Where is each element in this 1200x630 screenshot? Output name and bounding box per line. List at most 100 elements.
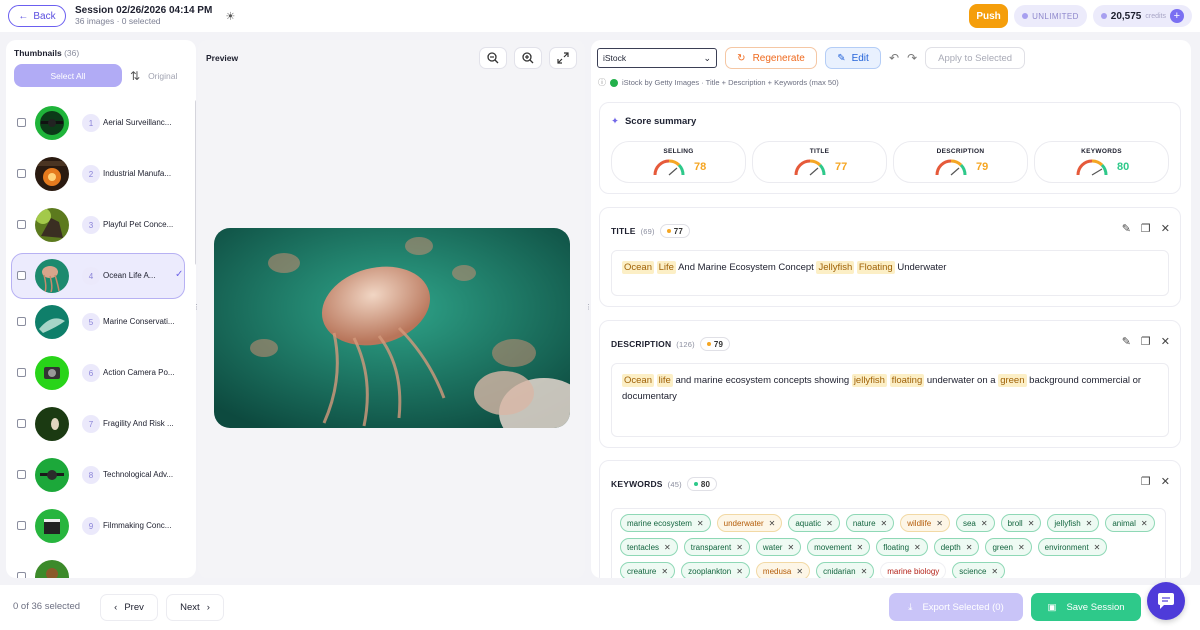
regenerate-button[interactable]: ↻ Regenerate bbox=[725, 47, 817, 69]
keyword-chip[interactable]: aquatic ✕ bbox=[788, 514, 840, 532]
remove-keyword-icon[interactable]: ✕ bbox=[736, 567, 743, 576]
add-credits-button[interactable]: + bbox=[1170, 9, 1184, 23]
remove-keyword-icon[interactable]: ✕ bbox=[1086, 519, 1093, 528]
sun-icon[interactable]: ☀ bbox=[225, 10, 235, 23]
keyword-chip[interactable]: cnidarian ✕ bbox=[816, 562, 875, 578]
remove-keyword-icon[interactable]: ✕ bbox=[881, 519, 888, 528]
thumbnail-row-10[interactable] bbox=[6, 552, 190, 578]
keyword-chip[interactable]: water ✕ bbox=[755, 538, 802, 556]
row-checkbox[interactable] bbox=[17, 169, 26, 178]
select-all-button[interactable]: Select All bbox=[14, 64, 122, 87]
remove-keyword-icon[interactable]: ✕ bbox=[769, 519, 776, 528]
remove-keyword-icon[interactable]: ✕ bbox=[664, 543, 671, 552]
keyword-chip[interactable]: green ✕ bbox=[985, 538, 1032, 556]
row-checkbox[interactable] bbox=[17, 419, 26, 428]
zoom-out-button[interactable] bbox=[479, 47, 507, 69]
remove-keyword-icon[interactable]: ✕ bbox=[981, 519, 988, 528]
keyword-chip[interactable]: sea ✕ bbox=[955, 514, 995, 532]
remove-keyword-icon[interactable]: ✕ bbox=[697, 519, 704, 528]
keyword-chip[interactable]: floating ✕ bbox=[876, 538, 928, 556]
title-text-box[interactable]: Ocean Life And Marine Ecosystem Concept … bbox=[611, 250, 1169, 296]
copy-icon[interactable]: ❐ bbox=[1141, 475, 1151, 488]
undo-icon[interactable]: ↶ bbox=[889, 51, 899, 65]
keyword-chip[interactable]: medusa ✕ bbox=[755, 562, 811, 578]
thumbnail-row-9[interactable]: 9 Filmmaking Conc... bbox=[6, 501, 190, 552]
thumbnail-row-6[interactable]: 6 Action Camera Po... bbox=[6, 348, 190, 399]
thumbnail-row-3[interactable]: 3 Playful Pet Conce... bbox=[6, 200, 190, 251]
save-session-button[interactable]: ▣ Save Session bbox=[1031, 593, 1141, 621]
remove-keyword-icon[interactable]: ✕ bbox=[796, 567, 803, 576]
edit-pencil-icon[interactable]: ✎ bbox=[1122, 335, 1131, 348]
preview-image bbox=[214, 228, 570, 428]
keyword-chip[interactable]: marine ecosystem ✕ bbox=[620, 514, 711, 532]
remove-keyword-icon[interactable]: ✕ bbox=[661, 567, 668, 576]
thumbnail-row-1[interactable]: 1 Aerial Surveillanc... bbox=[6, 98, 190, 149]
keyword-chip[interactable]: broll ✕ bbox=[1000, 514, 1042, 532]
row-checkbox[interactable] bbox=[17, 271, 26, 280]
remove-keyword-icon[interactable]: ✕ bbox=[1094, 543, 1101, 552]
keyword-chip[interactable]: creature ✕ bbox=[620, 562, 676, 578]
remove-keyword-icon[interactable]: ✕ bbox=[1028, 519, 1035, 528]
apply-to-selected-button[interactable]: Apply to Selected bbox=[925, 47, 1026, 69]
remove-keyword-icon[interactable]: ✕ bbox=[936, 519, 943, 528]
row-checkbox[interactable] bbox=[17, 220, 26, 229]
edit-pencil-icon[interactable]: ✎ bbox=[1122, 222, 1131, 235]
copy-icon[interactable]: ❐ bbox=[1141, 222, 1151, 235]
platform-select[interactable]: iStock ⌄ bbox=[597, 48, 717, 68]
copy-icon[interactable]: ❐ bbox=[1141, 335, 1151, 348]
prev-button[interactable]: ‹ Prev bbox=[100, 594, 158, 621]
edit-button[interactable]: ✎ Edit bbox=[825, 47, 881, 69]
remove-keyword-icon[interactable]: ✕ bbox=[1141, 519, 1148, 528]
zoom-in-button[interactable] bbox=[514, 47, 542, 69]
back-button[interactable]: ← Back bbox=[8, 5, 66, 27]
next-button[interactable]: Next › bbox=[166, 594, 224, 621]
highlighted-keyword: Floating bbox=[856, 261, 895, 274]
push-button[interactable]: Push bbox=[969, 4, 1009, 28]
thumbnail-row-2[interactable]: 2 Industrial Manufa... bbox=[6, 149, 190, 200]
row-checkbox[interactable] bbox=[17, 368, 26, 377]
keyword-chip[interactable]: animal ✕ bbox=[1105, 514, 1155, 532]
thumbnail-row-7[interactable]: 7 Fragility And Risk ... bbox=[6, 399, 190, 450]
export-selected-button[interactable]: ⤓ Export Selected (0) bbox=[889, 593, 1023, 621]
fullscreen-button[interactable] bbox=[549, 47, 577, 69]
keyword-chip[interactable]: marine biology bbox=[880, 562, 947, 578]
description-text-box[interactable]: Ocean life and marine ecosystem concepts… bbox=[611, 363, 1169, 437]
keyword-chip[interactable]: science ✕ bbox=[952, 562, 1006, 578]
remove-keyword-icon[interactable]: ✕ bbox=[736, 543, 743, 552]
keyword-chip[interactable]: underwater ✕ bbox=[716, 514, 783, 532]
remove-keyword-icon[interactable]: ✕ bbox=[914, 543, 921, 552]
row-checkbox[interactable] bbox=[17, 118, 26, 127]
remove-keyword-icon[interactable]: ✕ bbox=[966, 543, 973, 552]
thumbnail-row-4[interactable]: 4 Ocean Life A... ✓ bbox=[11, 253, 185, 299]
row-checkbox[interactable] bbox=[17, 470, 26, 479]
keyword-chip[interactable]: tentacles ✕ bbox=[620, 538, 678, 556]
keyword-chip[interactable]: zooplankton ✕ bbox=[681, 562, 750, 578]
sort-icon[interactable]: ⇅ bbox=[130, 69, 140, 83]
keyword-chip[interactable]: environment ✕ bbox=[1037, 538, 1108, 556]
remove-keyword-icon[interactable]: ✕ bbox=[857, 543, 864, 552]
chat-button[interactable] bbox=[1147, 582, 1185, 620]
keyword-chip[interactable]: transparent ✕ bbox=[683, 538, 750, 556]
close-icon[interactable]: ✕ bbox=[1161, 222, 1170, 235]
sort-label[interactable]: Original bbox=[148, 71, 177, 81]
keyword-chip[interactable]: movement ✕ bbox=[807, 538, 871, 556]
redo-icon[interactable]: ↷ bbox=[907, 51, 917, 65]
thumbnail-scrollbar[interactable] bbox=[195, 100, 196, 265]
remove-keyword-icon[interactable]: ✕ bbox=[826, 519, 833, 528]
remove-keyword-icon[interactable]: ✕ bbox=[991, 567, 998, 576]
keyword-chip[interactable]: wildlife ✕ bbox=[900, 514, 950, 532]
thumbnail-row-8[interactable]: 8 Technological Adv... bbox=[6, 450, 190, 501]
close-icon[interactable]: ✕ bbox=[1161, 335, 1170, 348]
keyword-chip[interactable]: jellyfish ✕ bbox=[1047, 514, 1100, 532]
remove-keyword-icon[interactable]: ✕ bbox=[861, 567, 868, 576]
keyword-chip[interactable]: depth ✕ bbox=[933, 538, 980, 556]
close-icon[interactable]: ✕ bbox=[1161, 475, 1170, 488]
row-checkbox[interactable] bbox=[17, 317, 26, 326]
thumbnail-row-5[interactable]: 5 Marine Conservati... bbox=[6, 297, 190, 348]
remove-keyword-icon[interactable]: ✕ bbox=[1018, 543, 1025, 552]
remove-keyword-icon[interactable]: ✕ bbox=[787, 543, 794, 552]
row-checkbox[interactable] bbox=[17, 572, 26, 578]
keyword-chip[interactable]: nature ✕ bbox=[845, 514, 895, 532]
row-checkbox[interactable] bbox=[17, 521, 26, 530]
editor-toolbar: iStock ⌄ ↻ Regenerate ✎ Edit ↶ ↷ Apply t… bbox=[597, 47, 1026, 69]
